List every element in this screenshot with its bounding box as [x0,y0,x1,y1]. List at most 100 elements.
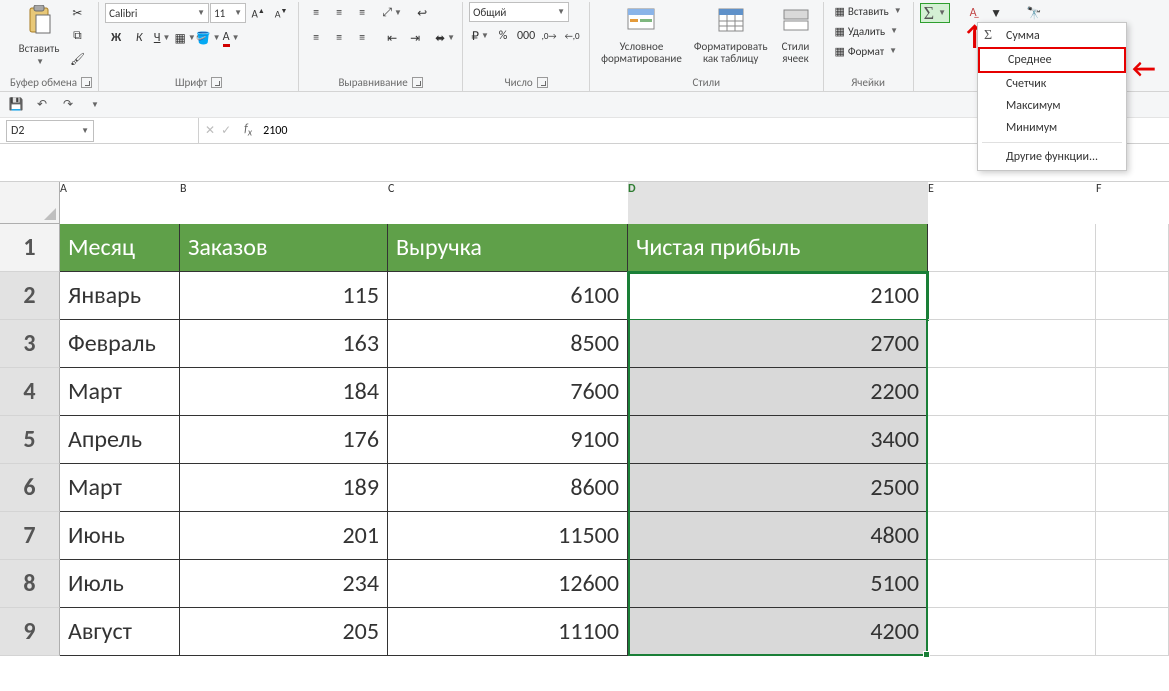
cell[interactable] [928,368,1096,416]
border-button[interactable]: ▦▼ [174,27,196,49]
align-top-button[interactable]: ≡ [305,2,327,24]
cancel-formula-icon[interactable]: ✕ [205,123,215,138]
row-header[interactable]: 8 [0,560,60,608]
conditional-formatting-button[interactable]: Условное форматирование [596,2,687,68]
menu-item-average[interactable]: Среднее [978,47,1126,73]
grow-font-button[interactable]: A▲ [247,2,269,24]
cell[interactable] [1096,464,1169,512]
header-cell[interactable]: Заказов [180,224,388,272]
header-cell[interactable]: Чистая прибыль [628,224,928,272]
cell[interactable]: 163 [180,320,388,368]
find-select-button[interactable]: 🔭 [1023,2,1045,24]
cell[interactable]: 2500 [628,464,928,512]
accounting-format-button[interactable]: ₽▼ [469,25,491,47]
menu-item-count[interactable]: Счетчик [978,73,1126,95]
worksheet-grid[interactable]: A B C D E F 1 Месяц Заказов Выручка Чист… [0,182,1169,656]
dialog-launcher-icon[interactable] [211,77,222,88]
italic-button[interactable]: К [128,27,150,49]
row-header[interactable]: 6 [0,464,60,512]
font-color-button[interactable]: A▼ [220,27,242,49]
cell[interactable]: Июль [60,560,180,608]
header-cell[interactable]: Месяц [60,224,180,272]
increase-indent-button[interactable]: ⇥ [404,27,426,49]
cell[interactable] [1096,224,1169,272]
cell[interactable] [1096,272,1169,320]
row-header[interactable]: 3 [0,320,60,368]
menu-item-min[interactable]: Минимум [978,117,1126,139]
cell[interactable]: Январь [60,272,180,320]
header-cell[interactable]: Выручка [388,224,628,272]
percent-format-button[interactable]: % [492,25,514,47]
cell[interactable]: 2200 [628,368,928,416]
shrink-font-button[interactable]: A▼ [270,2,292,24]
undo-button[interactable]: ↶ [32,95,52,115]
menu-item-more-functions[interactable]: Другие функции... [978,146,1126,168]
format-painter-button[interactable]: 🖌 [66,48,88,70]
cell[interactable]: 11100 [388,608,628,656]
row-header[interactable]: 9 [0,608,60,656]
dialog-launcher-icon[interactable] [81,77,92,88]
row-header[interactable]: 5 [0,416,60,464]
align-center-button[interactable]: ≡ [328,27,350,49]
cell[interactable] [928,224,1096,272]
thousands-format-button[interactable]: 000 [515,25,537,47]
cell[interactable] [1096,560,1169,608]
paste-button[interactable]: Вставить ▼ [14,2,65,70]
cell[interactable]: Март [60,464,180,512]
enter-formula-icon[interactable]: ✓ [221,123,231,138]
format-as-table-button[interactable]: Форматировать как таблицу [689,2,773,68]
number-format-combo[interactable]: Общий▼ [469,2,569,22]
sort-filter-button2[interactable]: ▼ [985,2,1007,24]
cell[interactable]: Июнь [60,512,180,560]
cell[interactable] [1096,608,1169,656]
cell[interactable]: 205 [180,608,388,656]
cell[interactable]: 12600 [388,560,628,608]
cell[interactable]: 184 [180,368,388,416]
redo-button[interactable]: ↷ [58,95,78,115]
cut-button[interactable]: ✂ [66,2,88,24]
cell[interactable] [1096,368,1169,416]
row-header[interactable]: 4 [0,368,60,416]
cell[interactable]: 189 [180,464,388,512]
copy-button[interactable]: ⧉ [66,25,88,47]
cell[interactable]: 3400 [628,416,928,464]
cell[interactable] [928,272,1096,320]
increase-decimal-button[interactable]: ,0→ [538,25,560,47]
menu-item-sum[interactable]: ΣСумма [978,25,1126,47]
underline-button[interactable]: Ч▼ [151,27,173,49]
cell[interactable]: Август [60,608,180,656]
col-header-B[interactable]: B [180,182,388,224]
align-bottom-button[interactable]: ≡ [351,2,373,24]
cell[interactable] [1096,416,1169,464]
cell[interactable] [928,320,1096,368]
cell[interactable]: 6100 [388,272,628,320]
align-middle-button[interactable]: ≡ [328,2,350,24]
merge-center-button[interactable]: ⬌▼ [434,27,456,49]
qat-customize-button[interactable]: ▼ [84,95,104,115]
cell[interactable] [1096,320,1169,368]
cell[interactable]: 11500 [388,512,628,560]
cell[interactable]: Февраль [60,320,180,368]
cell[interactable]: 176 [180,416,388,464]
dialog-launcher-icon[interactable] [537,77,548,88]
col-header-E[interactable]: E [928,182,1096,224]
font-name-combo[interactable]: Calibri▼ [105,3,209,23]
cell[interactable]: 7600 [388,368,628,416]
cell[interactable]: 8500 [388,320,628,368]
decrease-decimal-button[interactable]: ←,0 [561,25,583,47]
menu-item-max[interactable]: Максимум [978,95,1126,117]
cell-styles-button[interactable]: Стили ячеек [775,2,817,68]
cell[interactable] [928,560,1096,608]
cell[interactable] [1096,512,1169,560]
autosum-button[interactable]: Σ ▼ [920,3,950,23]
cell[interactable] [928,608,1096,656]
orientation-button[interactable]: ⤢▼ [381,2,403,24]
cell[interactable] [928,464,1096,512]
cell[interactable]: Апрель [60,416,180,464]
cell[interactable]: 2700 [628,320,928,368]
format-cells-button[interactable]: ▦Формат▼ [830,42,903,60]
cell[interactable]: 8600 [388,464,628,512]
bold-button[interactable]: Ж [105,27,127,49]
cell[interactable]: 234 [180,560,388,608]
fill-color-button[interactable]: 🪣▼ [197,27,219,49]
